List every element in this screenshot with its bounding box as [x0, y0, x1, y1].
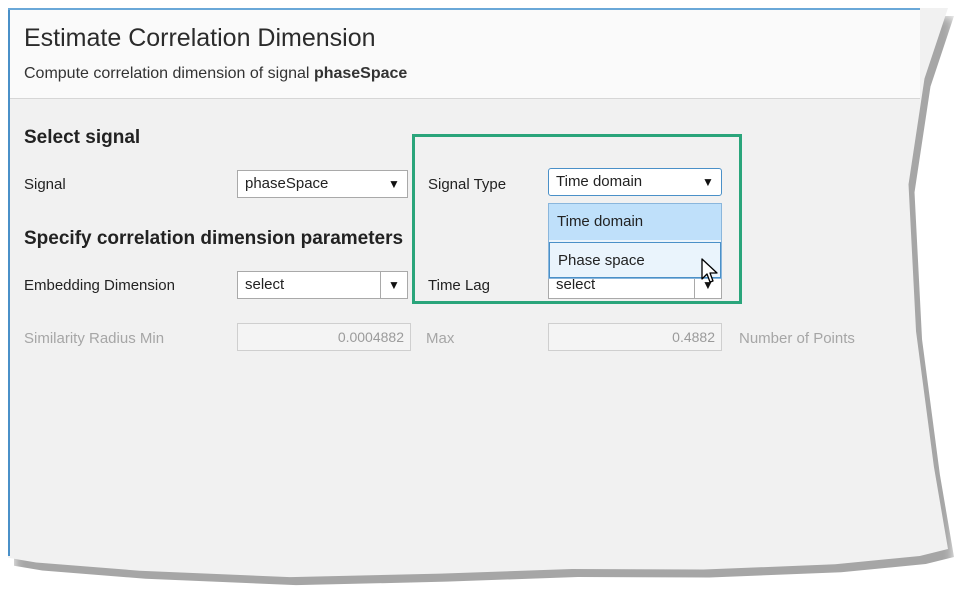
embedding-dimension-value: select: [245, 276, 285, 293]
max-field[interactable]: 0.4882: [548, 323, 722, 351]
signal-label: Signal: [24, 176, 66, 193]
header: Estimate Correlation Dimension Compute c…: [10, 10, 920, 99]
max-label: Max: [426, 330, 455, 347]
page-subtitle: Compute correlation dimension of signal …: [24, 65, 407, 83]
number-of-points-label: Number of Points: [739, 330, 855, 347]
chevron-down-icon: ▼: [388, 177, 400, 191]
highlight-box: [412, 134, 742, 304]
signal-dropdown-value: phaseSpace: [245, 175, 329, 192]
similarity-radius-min-field[interactable]: 0.0004882: [237, 323, 411, 351]
embedding-dimension-label: Embedding Dimension: [24, 277, 175, 294]
subtitle-signal-name: phaseSpace: [313, 65, 408, 82]
chevron-down-icon: ▼: [380, 272, 407, 298]
pointer-cursor-icon: [701, 258, 718, 283]
select-signal-heading: Select signal: [24, 127, 141, 148]
params-heading: Specify correlation dimension parameters: [24, 228, 404, 249]
similarity-radius-min-label: Similarity Radius Min: [24, 330, 165, 347]
embedding-dimension-dropdown[interactable]: select ▼: [237, 271, 408, 299]
page-title: Estimate Correlation Dimension: [24, 24, 376, 52]
signal-dropdown[interactable]: phaseSpace ▼: [237, 170, 408, 198]
subtitle-text: Compute correlation dimension of signal: [24, 65, 314, 82]
